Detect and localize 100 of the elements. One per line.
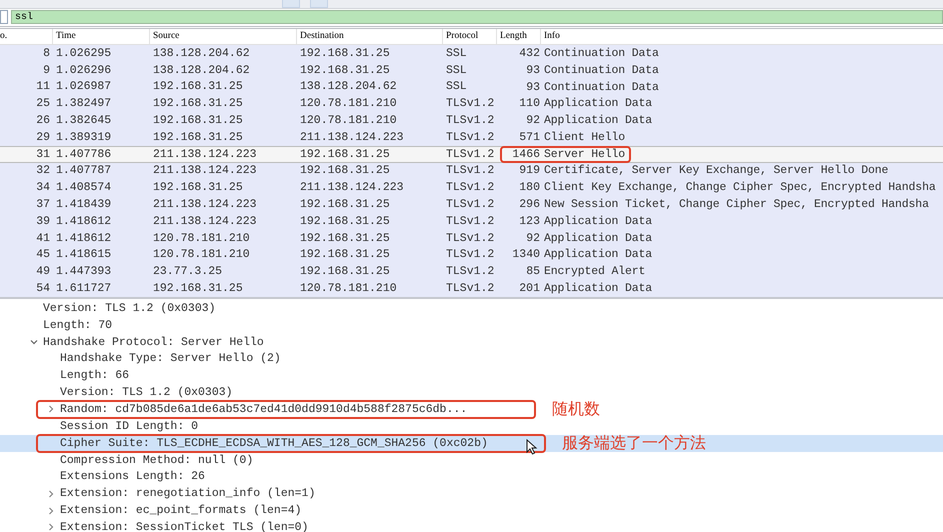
tree-item[interactable]: Extension: SessionTicket TLS (len=0) [60,520,308,532]
table-cell-text: 41 [35,232,51,245]
tree-item[interactable]: Session ID Length: 0 [60,420,198,433]
packet-row[interactable]: 11 1.026987 192.168.31.25 138.128.204.62 SSL 93 Continuation Data [0,78,943,96]
table-cell-text: SSL [446,64,468,77]
packet-row[interactable]: 54 1.611727 192.168.31.25 120.78.181.210 TLSv1.2 201 Application Data [0,280,943,297]
table-cell-text: 45 [35,248,51,262]
packet-row[interactable]: 25 1.382497 192.168.31.25 120.78.181.210 TLSv1.2 110 Application Data [0,95,943,112]
table-cell-text: 192.168.31.25 [153,181,244,194]
table-cell-text: TLSv1.2 [446,265,496,278]
table-cell-text: 192.168.31.25 [153,130,244,144]
table-cell: Application Data [544,282,652,296]
table-cell: Application Data [544,114,652,128]
column-header[interactable]: Info [541,29,943,44]
packet-row[interactable]: 29 1.389319 192.168.31.25 211.138.124.223 TLSv1.2 571 Client Hello [0,128,943,146]
table-cell-text: 1.408574 [56,181,112,194]
table-cell-text: 9 [42,64,51,77]
chevron-right-icon[interactable] [47,490,55,498]
table-cell-text: 1.447393 [56,265,112,278]
table-cell-text: SSL [446,80,468,94]
packet-row[interactable]: 39 1.418612 211.138.124.223 192.168.31.25 TLSv1.2 123 Application Data [0,212,943,230]
packet-row[interactable]: 32 1.407787 211.138.124.223 192.168.31.25 TLSv1.2 919 Certificate, Server Key Exchange, Server Hello Done [0,162,943,180]
table-cell: Client Hello [544,130,626,144]
tree-item[interactable]: Version: TLS 1.2 (0x0303) [60,386,233,400]
packet-row[interactable]: 34 1.408574 192.168.31.25 211.138.124.223 TLSv1.2 180 Client Key Exchange, Change Cipher Spec, Encrypted Handsha [0,179,943,196]
table-cell-text: 138.128.204.62 [153,64,251,77]
tree-item[interactable]: Handshake Protocol: Server Hello [43,336,264,349]
table-cell-text: 1.611727 [56,282,112,296]
tree-item[interactable]: Handshake Type: Server Hello (2) [60,352,281,366]
table-cell-text: 1.407786 [56,148,112,161]
table-cell-text: 1.389319 [56,130,112,144]
display-filter-field[interactable]: ssl [11,10,943,24]
table-cell-text: 192.168.31.25 [153,97,244,110]
tree-item[interactable]: Version: TLS 1.2 (0x0303) [43,302,216,315]
table-cell-text: 93 [525,80,541,94]
table-cell-text: 211.138.124.223 [153,214,258,228]
table-cell-text: 123 [518,214,541,228]
table-cell-text: 32 [35,164,51,178]
table-cell-text: 1.026987 [56,80,112,94]
table-cell: Continuation Data [544,46,659,60]
column-header[interactable]: Destination [297,29,443,44]
annotation-note: 随机数 [552,398,600,420]
table-cell-text: 11 [35,80,51,94]
table-cell-text: 25 [35,97,51,110]
table-cell-text: TLSv1.2 [446,114,496,128]
packet-row[interactable]: 37 1.418439 211.138.124.223 192.168.31.25 TLSv1.2 296 New Session Ticket, Change Cipher Spec, Encrypted Handsha [0,196,943,213]
table-cell-text: TLSv1.2 [446,181,496,194]
chevron-right-icon[interactable] [47,506,55,515]
table-cell-text: 138.128.204.62 [300,80,398,94]
packet-row[interactable]: 9 1.026296 138.128.204.62 192.168.31.25 SSL 93 Continuation Data [0,62,943,79]
table-cell-text: 192.168.31.25 [153,282,244,296]
column-header[interactable]: Source [150,29,297,44]
table-cell-text: 296 [518,198,541,212]
chevron-down-icon[interactable] [30,338,38,346]
table-cell-text: 23.77.3.25 [153,265,224,278]
table-cell-text: TLSv1.2 [446,130,496,144]
column-header[interactable]: Length [497,29,541,44]
table-cell-text: 34 [35,181,51,194]
tree-item[interactable]: Random: cd7b085de6a1de6ab53c7ed41d0dd9910d4b588f2875c6db... [60,402,468,416]
column-header[interactable]: o. [0,29,53,44]
table-cell-text: 192.168.31.25 [300,232,391,245]
tree-item[interactable]: Compression Method: null (0) [60,454,254,467]
packet-row[interactable]: 8 1.026295 138.128.204.62 192.168.31.25 SSL 432 Continuation Data [0,45,943,62]
table-cell-text: 180 [518,181,541,194]
table-cell-text: 1.026296 [56,64,112,77]
filter-bookmark-icon[interactable] [0,10,8,24]
table-cell-text: 26 [35,114,51,128]
tree-item[interactable]: Extensions Length: 26 [60,470,205,484]
tree-item[interactable]: Length: 66 [60,369,130,382]
table-cell-text: TLSv1.2 [446,198,496,212]
packet-row[interactable]: 49 1.447393 23.77.3.25 192.168.31.25 TLSv1.2 85 Encrypted Alert [0,263,943,280]
table-cell-text: 201 [518,282,541,296]
table-cell: Client Key Exchange, Change Cipher Spec, Encrypted Handsha [544,181,936,194]
chevron-right-icon[interactable] [47,523,55,532]
table-cell-text: 192.168.31.25 [300,46,391,60]
tree-item[interactable]: Cipher Suite: TLS_ECDHE_ECDSA_WITH_AES_128_GCM_SHA256 (0xc02b) [60,436,488,450]
column-header[interactable]: Time [53,29,150,44]
packet-row[interactable]: 31 1.407786 211.138.124.223 192.168.31.25 TLSv1.2 1466 Server Hello [0,146,943,163]
table-cell-text: 120.78.181.210 [300,114,398,128]
table-cell-text: 432 [518,46,541,60]
table-cell-text: TLSv1.2 [446,248,496,262]
tree-item[interactable]: Length: 70 [43,318,112,332]
chevron-right-icon[interactable] [47,405,55,414]
table-cell-text: 31 [35,148,51,161]
column-header[interactable]: Protocol [443,29,497,44]
packet-row[interactable]: 45 1.418615 120.78.181.210 192.168.31.25 TLSv1.2 1340 Application Data [0,246,943,264]
packet-row[interactable]: 26 1.382645 192.168.31.25 120.78.181.210 TLSv1.2 92 Application Data [0,112,943,129]
packet-row[interactable]: 41 1.418612 120.78.181.210 192.168.31.25 TLSv1.2 92 Application Data [0,230,943,247]
table-cell-text: 211.138.124.223 [300,130,405,144]
table-cell-text: 192.168.31.25 [300,248,391,262]
table-cell-text: 192.168.31.25 [300,265,391,278]
table-cell-text: 192.168.31.25 [153,114,244,128]
table-cell-text: TLSv1.2 [446,164,496,178]
tree-item[interactable]: Extension: ec_point_formats (len=4) [60,504,302,518]
tree-item[interactable]: Extension: renegotiation_info (len=1) [60,487,316,500]
table-cell-text: 1.418612 [56,214,112,228]
table-cell: Application Data [544,97,652,110]
table-cell-text: 211.138.124.223 [153,148,258,161]
table-cell: Certificate, Server Key Exchange, Server Hello Done [544,164,888,178]
table-cell-text: TLSv1.2 [446,148,496,161]
